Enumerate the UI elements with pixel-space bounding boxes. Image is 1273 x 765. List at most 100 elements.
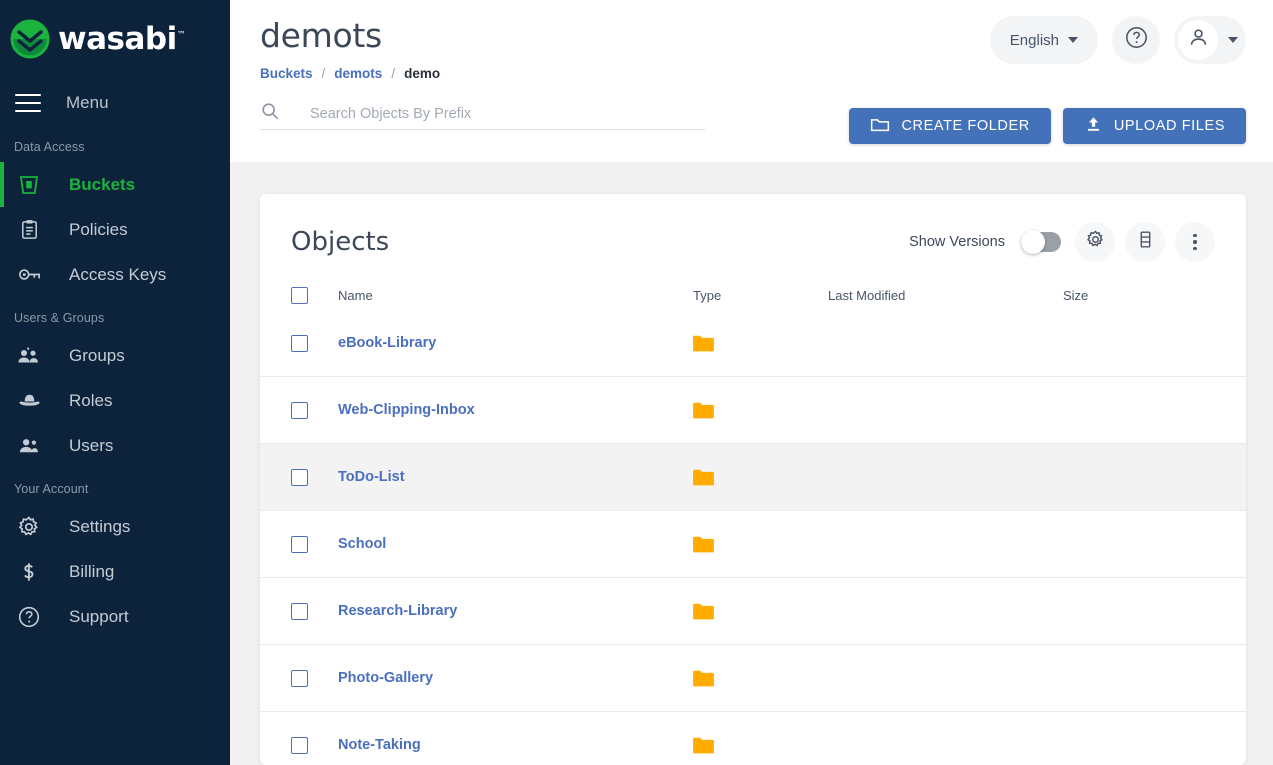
folder-icon <box>693 536 828 553</box>
row-type-cell <box>693 536 828 553</box>
main-content: English demots Buckets / demots / demo S… <box>230 0 1273 765</box>
account-menu[interactable] <box>1174 16 1246 64</box>
avatar <box>1178 20 1218 60</box>
row-select-cell <box>291 736 338 754</box>
sidebar-item-buckets[interactable]: Buckets <box>0 162 230 207</box>
column-header-name[interactable]: Name <box>338 288 693 303</box>
table-row[interactable]: Web-Clipping-Inbox <box>260 377 1246 444</box>
sidebar-item-label: Policies <box>69 219 128 239</box>
row-checkbox[interactable] <box>291 602 308 620</box>
sidebar-item-support[interactable]: Support <box>0 594 230 639</box>
row-checkbox[interactable] <box>291 401 308 419</box>
create-folder-label: CREATE FOLDER <box>901 118 1030 134</box>
row-checkbox[interactable] <box>291 334 308 352</box>
search-input[interactable] <box>310 106 705 122</box>
column-header-type[interactable]: Type <box>693 288 828 303</box>
upload-icon <box>1084 115 1114 137</box>
objects-title: Objects <box>291 227 390 257</box>
sidebar-item-access-keys[interactable]: Access Keys <box>0 252 230 297</box>
sidebar-item-label: Groups <box>69 345 125 365</box>
objects-card-header: Objects Show Versions <box>291 218 1215 266</box>
object-name-link[interactable]: ToDo-List <box>338 469 405 485</box>
breadcrumb: Buckets / demots / demo <box>260 66 1243 81</box>
row-select-cell <box>291 401 338 419</box>
row-select-cell <box>291 535 338 553</box>
hat-icon <box>14 388 44 414</box>
sidebar-group-label-data-access: Data Access <box>14 140 85 154</box>
table-header-row: Name Type Last Modified Size <box>291 280 1215 310</box>
users-icon <box>14 433 44 459</box>
sidebar-item-settings[interactable]: Settings <box>0 504 230 549</box>
upload-files-button[interactable]: UPLOAD FILES <box>1062 108 1246 144</box>
wasabi-console: wasabi™ Menu Data Access Buckets Policie… <box>0 0 1273 765</box>
sidebar-item-roles[interactable]: Roles <box>0 378 230 423</box>
table-row[interactable]: eBook-Library <box>260 310 1246 377</box>
help-button[interactable] <box>1112 16 1160 64</box>
sidebar-item-label: Users <box>69 435 114 455</box>
table-row[interactable]: Photo-Gallery <box>260 645 1246 712</box>
row-select-cell <box>291 602 338 620</box>
folder-icon <box>693 603 828 620</box>
object-name-link[interactable]: eBook-Library <box>338 335 436 351</box>
menu-toggle[interactable]: Menu <box>0 80 230 126</box>
more-vertical-icon <box>1193 233 1197 251</box>
sidebar-group-label-users-groups: Users & Groups <box>14 311 105 325</box>
table-row[interactable]: Note-Taking <box>260 712 1246 765</box>
table-row[interactable]: Research-Library <box>260 578 1246 645</box>
object-name-link[interactable]: School <box>338 536 386 552</box>
column-header-last-modified[interactable]: Last Modified <box>828 288 1063 303</box>
trademark-symbol: ™ <box>176 30 186 41</box>
row-select-cell <box>291 669 338 687</box>
brand-logo[interactable]: wasabi™ <box>0 0 230 62</box>
sidebar-item-label: Buckets <box>69 174 136 194</box>
breadcrumb-item-demots[interactable]: demots <box>334 66 382 81</box>
sidebar-item-groups[interactable]: Groups <box>0 333 230 378</box>
sidebar-item-label: Access Keys <box>69 264 167 284</box>
table-body: eBook-Library Web-Clipping-Inbox ToDo-List… <box>260 310 1246 765</box>
row-checkbox[interactable] <box>291 468 308 486</box>
list-view-button[interactable] <box>1125 222 1165 262</box>
row-type-cell <box>693 670 828 687</box>
settings-button[interactable] <box>1075 222 1115 262</box>
wasabi-logo-icon <box>8 17 52 61</box>
chevron-down-icon <box>1228 37 1238 43</box>
show-versions-toggle[interactable] <box>1021 230 1061 254</box>
folder-icon <box>693 670 828 687</box>
breadcrumb-separator: / <box>391 66 396 81</box>
sidebar-item-users[interactable]: Users <box>0 423 230 468</box>
row-checkbox[interactable] <box>291 669 308 687</box>
sidebar-item-label: Settings <box>69 516 131 536</box>
select-all-cell <box>291 286 338 304</box>
folder-icon <box>693 335 828 352</box>
breadcrumb-separator: / <box>321 66 326 81</box>
row-type-cell <box>693 469 828 486</box>
row-select-cell <box>291 334 338 352</box>
language-selector[interactable]: English <box>989 16 1098 64</box>
select-all-checkbox[interactable] <box>291 286 308 304</box>
more-options-button[interactable] <box>1175 222 1215 262</box>
create-folder-button[interactable]: CREATE FOLDER <box>849 108 1051 144</box>
table-row[interactable]: ToDo-List <box>260 444 1246 511</box>
row-type-cell <box>693 335 828 352</box>
column-header-size[interactable]: Size <box>1063 288 1215 303</box>
list-view-icon <box>1135 229 1156 255</box>
sidebar-item-billing[interactable]: Billing <box>0 549 230 594</box>
object-name-link[interactable]: Photo-Gallery <box>338 670 433 686</box>
sidebar-item-policies[interactable]: Policies <box>0 207 230 252</box>
sidebar-item-label: Billing <box>69 561 115 581</box>
breadcrumb-item-buckets[interactable]: Buckets <box>260 66 313 81</box>
table-row[interactable]: School <box>260 511 1246 578</box>
dollar-icon <box>14 559 44 585</box>
folder-icon <box>693 737 828 754</box>
object-name-link[interactable]: Research-Library <box>338 603 457 619</box>
menu-label: Menu <box>66 93 109 112</box>
object-name-link[interactable]: Note-Taking <box>338 737 421 753</box>
row-checkbox[interactable] <box>291 736 308 754</box>
breadcrumb-item-demo: demo <box>404 66 441 81</box>
row-checkbox[interactable] <box>291 535 308 553</box>
objects-table: Name Type Last Modified Size eBook-Libra… <box>260 280 1246 765</box>
sidebar-group-label-your-account: Your Account <box>14 482 89 496</box>
row-name-cell: Note-Taking <box>338 736 693 754</box>
hamburger-icon <box>15 94 41 112</box>
object-name-link[interactable]: Web-Clipping-Inbox <box>338 402 475 418</box>
